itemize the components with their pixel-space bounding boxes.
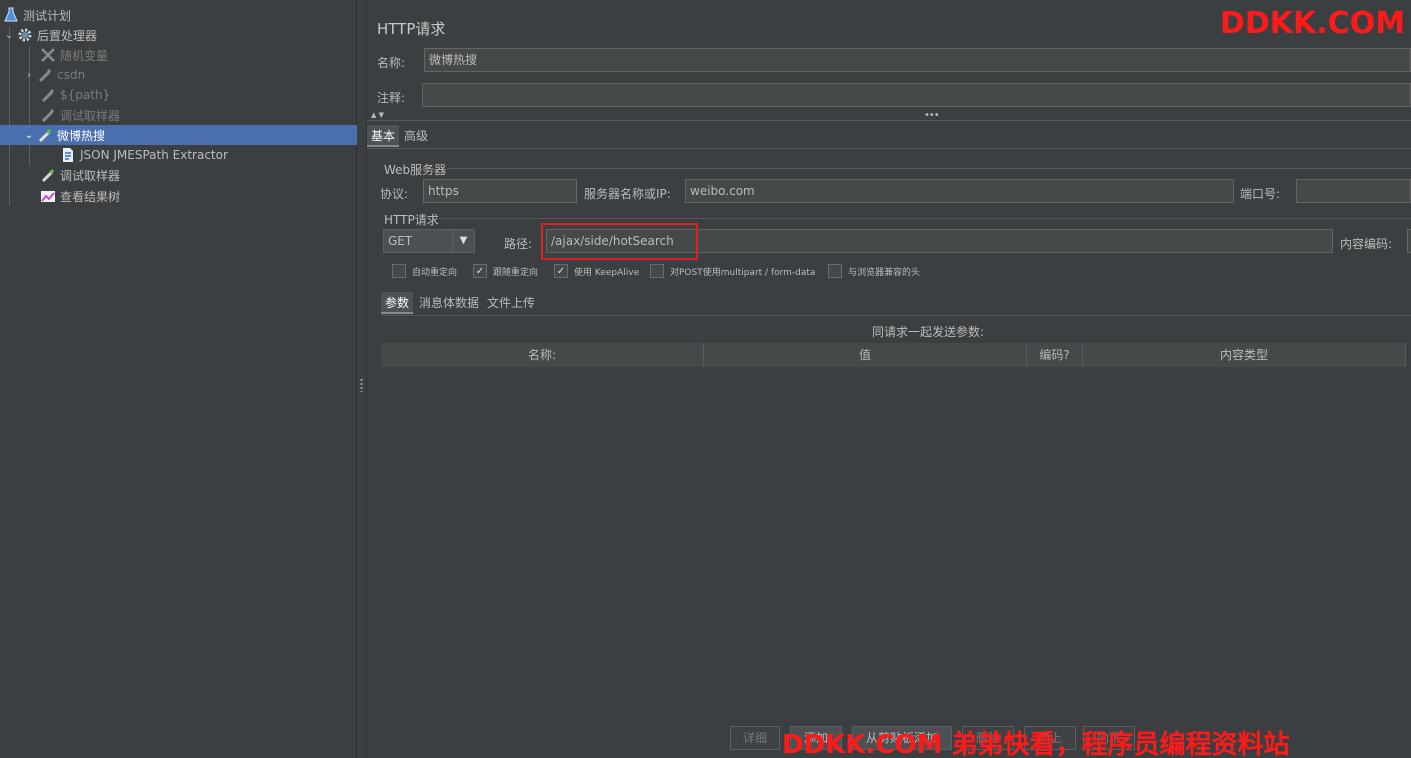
chevron-down-icon[interactable]: ▼ [452, 230, 474, 252]
tree-item-json-jmespath-extractor[interactable]: JSON JMESPath Extractor [0, 145, 357, 165]
checkbox-label: 跟随重定向 [493, 267, 539, 278]
pipette-icon [36, 126, 54, 144]
server-field[interactable]: weibo.com [685, 179, 1234, 203]
content-encoding-field[interactable] [1407, 229, 1411, 253]
watermark-top: DDKK.COM [1220, 6, 1406, 41]
page-title: HTTP请求 [377, 20, 446, 38]
column-header-value[interactable]: 值 [704, 343, 1027, 367]
collapse-arrows-icon[interactable]: ▲ ▼ [371, 111, 384, 119]
comment-label: 注释: [377, 91, 406, 105]
pipette-icon [39, 86, 57, 104]
document-icon [59, 146, 77, 164]
http-request-panel: HTTP请求 名称: 微博热搜 注释: ▲ ▼ ••• 基本 高级 Web服务器… [367, 0, 1411, 758]
tab-body-data[interactable]: 消息体数据 [415, 292, 483, 314]
port-field[interactable] [1296, 179, 1411, 203]
watermark-bottom: DDKK.COM 弟弟快看，程序员编程资料站 [782, 730, 1290, 758]
tree-item-view-results-tree[interactable]: 查看结果树 [0, 186, 357, 206]
tree-item-test-plan[interactable]: 测试计划 [0, 5, 357, 25]
tree-item-label: 查看结果树 [60, 189, 121, 204]
tree-item-debug-sampler-disabled[interactable]: 调试取样器 [0, 105, 357, 125]
tree-item-weibo-hot-search[interactable]: ⌄ 微博热搜 [0, 125, 357, 145]
protocol-field[interactable]: https [423, 179, 577, 203]
http-request-group-title: HTTP请求 [384, 213, 439, 227]
port-label: 端口号: [1240, 187, 1281, 201]
tree-item-label: 调试取样器 [60, 108, 121, 123]
name-label: 名称: [377, 56, 406, 70]
detail-button[interactable]: 详细 [730, 726, 780, 750]
tree-item-label: 随机变量 [60, 48, 109, 63]
tab-parameters[interactable]: 参数 [381, 292, 414, 314]
chart-icon [39, 187, 57, 205]
column-header-name[interactable]: 名称: [381, 343, 704, 367]
tree-item-label: JSON JMESPath Extractor [80, 148, 228, 162]
tree-item-label: csdn [57, 68, 86, 82]
path-label: 路径: [504, 237, 533, 251]
tree-item-label: 后置处理器 [37, 28, 98, 43]
checkmark-icon[interactable]: ✓ [554, 264, 568, 278]
group-line [447, 168, 1411, 169]
checkbox-label: 自动重定向 [412, 267, 458, 278]
checkbox-browser-compatible-headers[interactable]: 与浏览器兼容的头 [828, 264, 920, 278]
tree-item-label: 测试计划 [23, 8, 72, 23]
checkbox-label: 使用 KeepAlive [574, 267, 640, 278]
highlight-box [541, 223, 698, 260]
pipette-icon [39, 166, 57, 184]
method-select[interactable]: GET ▼ [383, 229, 475, 253]
tab-file-upload[interactable]: 文件上传 [483, 292, 539, 314]
column-header-content-type[interactable]: 内容类型 [1083, 343, 1406, 367]
tree-item-csdn[interactable]: › csdn [0, 65, 357, 85]
name-field[interactable]: 微博热搜 [424, 48, 1411, 72]
column-header-encode[interactable]: 编码? [1027, 343, 1083, 367]
checkbox-label: 与浏览器兼容的头 [848, 267, 921, 278]
chevron-right-icon[interactable]: › [22, 68, 36, 82]
chevron-down-icon[interactable]: ⌄ [2, 28, 16, 42]
server-label: 服务器名称或IP: [584, 187, 671, 201]
method-value: GET [388, 234, 413, 248]
checkbox-label: 对POST使用multipart / form-data [670, 267, 816, 278]
wrench-icon [39, 46, 57, 64]
divider [367, 120, 1411, 121]
pipette-icon [36, 66, 54, 84]
tree-item-path[interactable]: ${path} [0, 85, 357, 105]
web-server-group-title: Web服务器 [384, 163, 447, 177]
panel-splitter[interactable] [357, 0, 367, 758]
checkbox-auto-redirect[interactable]: 自动重定向 [392, 264, 457, 278]
tree-item-post-processor[interactable]: ⌄ 后置处理器 [0, 25, 357, 45]
gear-icon [16, 26, 34, 44]
content-encoding-label: 内容编码: [1340, 237, 1393, 251]
chevron-down-icon[interactable]: ⌄ [22, 128, 36, 142]
pipette-icon [39, 106, 57, 124]
tree-item-label: 微博热搜 [57, 128, 106, 143]
tree-item-random-variable[interactable]: 随机变量 [0, 45, 357, 65]
tree-item-label: ${path} [60, 88, 111, 102]
test-plan-tree: 测试计划 ⌄ 后置处理器 随机变量 › csdn ${path} 调试取样器 ⌄ [0, 0, 357, 758]
params-caption: 同请求一起发送参数: [872, 325, 985, 339]
checkbox-box[interactable] [828, 264, 842, 278]
tree-item-debug-sampler[interactable]: 调试取样器 [0, 165, 357, 185]
checkbox-multipart[interactable]: 对POST使用multipart / form-data [650, 264, 815, 278]
checkbox-box[interactable] [650, 264, 664, 278]
tab-divider [367, 148, 1411, 149]
flask-icon [2, 6, 20, 24]
checkbox-follow-redirects[interactable]: ✓ 跟随重定向 [473, 264, 538, 278]
splitter-grip-icon[interactable] [360, 378, 363, 392]
protocol-label: 协议: [380, 187, 409, 201]
checkmark-icon[interactable]: ✓ [473, 264, 487, 278]
tab-divider [381, 315, 1411, 316]
tree-item-label: 调试取样器 [60, 168, 121, 183]
group-line [439, 218, 1411, 219]
checkbox-box[interactable] [392, 264, 406, 278]
checkbox-keepalive[interactable]: ✓ 使用 KeepAlive [554, 264, 639, 278]
comment-field[interactable] [422, 83, 1411, 107]
tab-basic[interactable]: 基本 [367, 125, 400, 147]
tab-advanced[interactable]: 高级 [400, 125, 432, 147]
